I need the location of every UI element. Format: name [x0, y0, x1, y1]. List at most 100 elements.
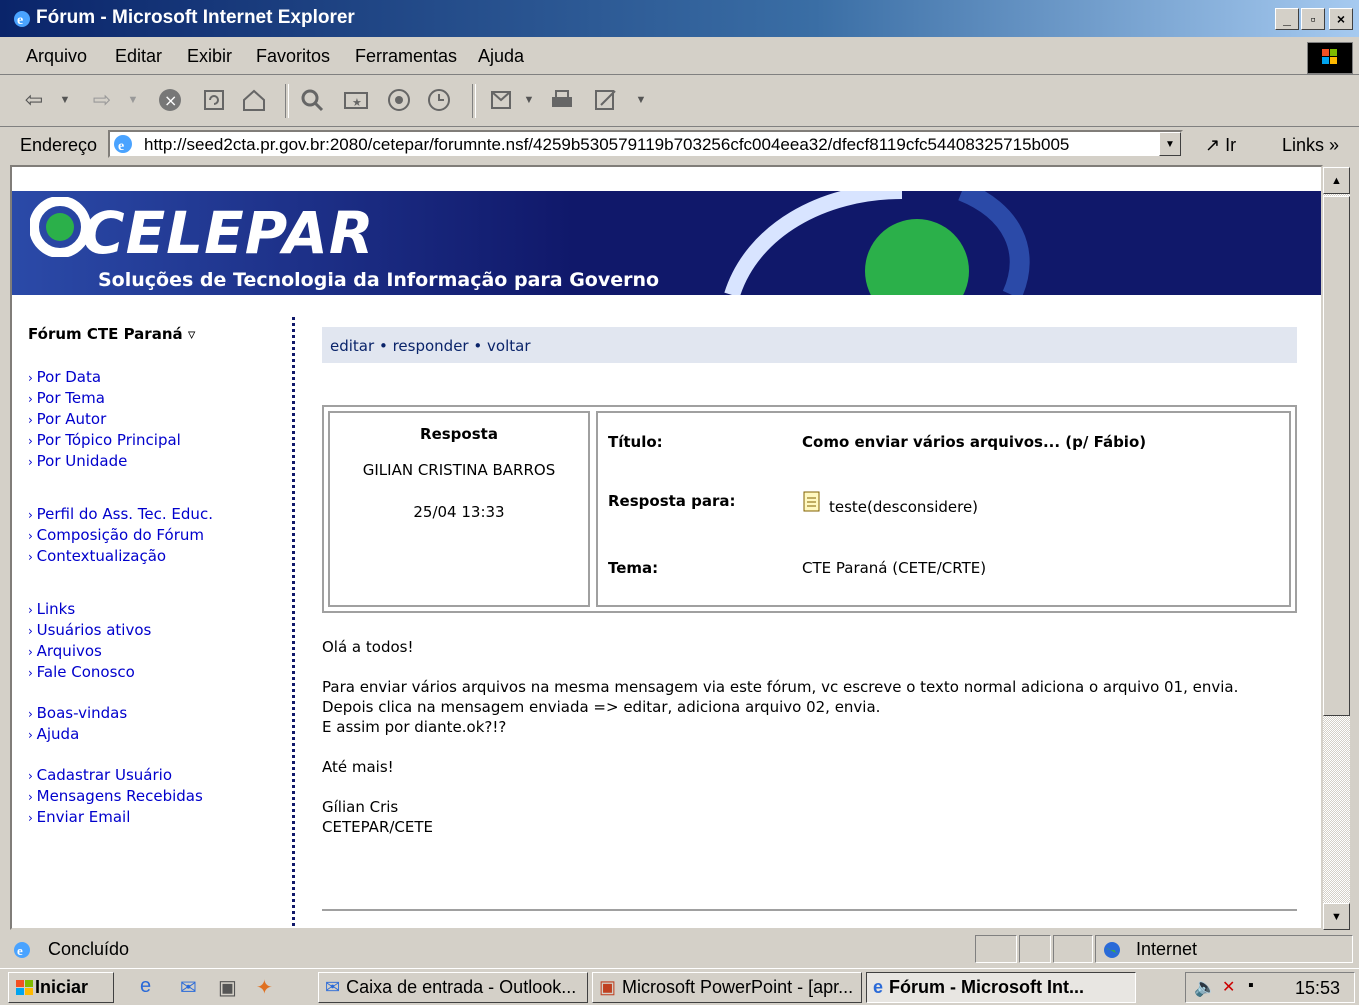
- post-type: Resposta: [420, 425, 498, 443]
- forward-dropdown-icon[interactable]: ▼: [124, 86, 142, 114]
- go-button[interactable]: ↗ Ir: [1205, 135, 1236, 156]
- start-label: Iniciar: [35, 977, 89, 997]
- post-meta-cell: Título: Como enviar vários arquivos... (…: [596, 411, 1291, 607]
- taskbar: Iniciar e ✉ ▣ ✦ ✉ Caixa de entrada - Out…: [0, 968, 1359, 1005]
- menu-ferramentas[interactable]: Ferramentas: [355, 46, 457, 67]
- minimize-button[interactable]: _: [1275, 8, 1299, 30]
- volume-icon[interactable]: 🔈: [1194, 977, 1216, 998]
- post-info-table: Resposta GILIAN CRISTINA BARROS 25/04 13…: [322, 405, 1297, 613]
- menu-ajuda[interactable]: Ajuda: [478, 46, 524, 67]
- edit-link[interactable]: editar: [330, 337, 374, 355]
- back-link[interactable]: voltar: [487, 337, 530, 355]
- status-pane: [1053, 935, 1093, 963]
- nav-group-about: Perfil do Ass. Tec. Educ. Composição do …: [28, 504, 228, 567]
- address-url[interactable]: http://seed2cta.pr.gov.br:2080/cetepar/f…: [144, 135, 1154, 155]
- quicklaunch-outlook-icon[interactable]: ✉: [180, 975, 197, 1000]
- home-icon[interactable]: [240, 86, 268, 114]
- edit-icon[interactable]: [592, 86, 620, 114]
- task-outlook[interactable]: ✉ Caixa de entrada - Outlook...: [318, 972, 588, 1003]
- status-bar: e Concluído Internet: [0, 932, 1359, 966]
- refresh-icon[interactable]: [200, 86, 228, 114]
- stop-icon[interactable]: ×: [156, 86, 184, 114]
- message-line: E assim por diante.ok?!?: [322, 718, 507, 736]
- theme-value: CTE Paraná (CETE/CRTE): [802, 559, 987, 577]
- post-author: GILIAN CRISTINA BARROS: [362, 461, 556, 479]
- nav-por-data[interactable]: Por Data: [28, 367, 288, 388]
- go-label: Ir: [1225, 135, 1237, 155]
- nav-links[interactable]: Links: [28, 599, 288, 620]
- nav-composicao[interactable]: Composição do Fórum: [28, 525, 228, 546]
- mail-dropdown-icon[interactable]: ▼: [520, 86, 538, 114]
- svg-text:×: ×: [164, 91, 177, 110]
- menu-favoritos[interactable]: Favoritos: [256, 46, 330, 67]
- action-bar: editar • responder • voltar: [322, 327, 1297, 363]
- quicklaunch-ie-icon[interactable]: e: [140, 975, 151, 998]
- nav-ajuda[interactable]: Ajuda: [28, 724, 288, 745]
- nav-enviar-email[interactable]: Enviar Email: [28, 807, 288, 828]
- document-icon: [803, 491, 820, 512]
- back-icon[interactable]: ⇦: [20, 86, 48, 114]
- vertical-scrollbar[interactable]: ▲ ▼: [1323, 167, 1350, 930]
- task-label: Caixa de entrada - Outlook...: [346, 977, 577, 997]
- message-line: Para enviar vários arquivos na mesma men…: [322, 678, 1239, 696]
- nav-arquivos[interactable]: Arquivos: [28, 641, 288, 662]
- scroll-down-icon[interactable]: ▼: [1323, 903, 1350, 930]
- page-icon: e: [114, 135, 132, 154]
- message-body: Olá a todos! Para enviar vários arquivos…: [322, 637, 1312, 837]
- task-powerpoint[interactable]: ▣ Microsoft PowerPoint - [apr...: [592, 972, 862, 1003]
- nav-boas-vindas[interactable]: Boas-vindas: [28, 703, 288, 724]
- nav-perfil[interactable]: Perfil do Ass. Tec. Educ.: [28, 504, 228, 525]
- nav-mensagens-recebidas[interactable]: Mensagens Recebidas: [28, 786, 288, 807]
- nav-contextualizacao[interactable]: Contextualização: [28, 546, 228, 567]
- nav-por-topico[interactable]: Por Tópico Principal: [28, 430, 288, 451]
- address-dropdown-icon[interactable]: ▼: [1159, 132, 1181, 156]
- windows-logo-icon: [1307, 42, 1353, 74]
- quicklaunch-media-icon[interactable]: ✦: [256, 975, 273, 1000]
- nav-usuarios-ativos[interactable]: Usuários ativos: [28, 620, 288, 641]
- links-button[interactable]: Links »: [1282, 135, 1339, 156]
- nav-fale-conosco[interactable]: Fale Conosco: [28, 662, 288, 683]
- nav-por-autor[interactable]: Por Autor: [28, 409, 288, 430]
- close-button[interactable]: ×: [1329, 8, 1353, 30]
- content-divider: [322, 909, 1297, 911]
- media-icon[interactable]: [385, 86, 413, 114]
- svg-text:e: e: [17, 13, 23, 28]
- edit-dropdown-icon[interactable]: ▼: [632, 86, 650, 114]
- nav-cadastrar-usuario[interactable]: Cadastrar Usuário: [28, 765, 288, 786]
- forum-title[interactable]: Fórum CTE Paraná ▿: [28, 325, 288, 343]
- window-title-bar[interactable]: e Fórum - Microsoft Internet Explorer _ …: [0, 0, 1359, 37]
- scroll-up-icon[interactable]: ▲: [1323, 167, 1350, 194]
- maximize-button[interactable]: ▫: [1301, 8, 1325, 30]
- toolbar-separator: [285, 84, 289, 118]
- reply-link[interactable]: responder: [393, 337, 469, 355]
- status-zone-pane: Internet: [1095, 935, 1353, 963]
- search-icon[interactable]: [298, 86, 326, 114]
- task-label: Fórum - Microsoft Int...: [889, 977, 1085, 997]
- post-date: 25/04 13:33: [413, 503, 505, 521]
- back-dropdown-icon[interactable]: ▼: [56, 86, 74, 114]
- forward-icon[interactable]: ⇨: [88, 86, 116, 114]
- history-icon[interactable]: [425, 86, 453, 114]
- message-greeting: Olá a todos!: [322, 638, 414, 656]
- network-icon[interactable]: ✕: [1222, 977, 1235, 997]
- start-button[interactable]: Iniciar: [8, 972, 114, 1003]
- mail-icon[interactable]: [488, 86, 516, 114]
- sidebar-divider: [292, 317, 295, 928]
- scroll-thumb[interactable]: [1323, 196, 1350, 716]
- task-forum-ie[interactable]: e Fórum - Microsoft Int...: [866, 972, 1136, 1003]
- favorites-icon[interactable]: ★: [342, 86, 370, 114]
- quicklaunch-desktop-icon[interactable]: ▣: [218, 975, 237, 1000]
- address-input[interactable]: e http://seed2cta.pr.gov.br:2080/cetepar…: [108, 130, 1183, 158]
- tray-app-icon[interactable]: ▪: [1248, 977, 1254, 995]
- nav-por-unidade[interactable]: Por Unidade: [28, 451, 288, 472]
- menu-arquivo[interactable]: Arquivo: [26, 46, 87, 67]
- ie-task-icon: e: [873, 977, 884, 997]
- print-icon[interactable]: [548, 86, 576, 114]
- menu-exibir[interactable]: Exibir: [187, 46, 232, 67]
- action-separator: •: [473, 337, 483, 355]
- nav-por-tema[interactable]: Por Tema: [28, 388, 288, 409]
- windows-flag-icon: [16, 979, 33, 995]
- menu-editar[interactable]: Editar: [115, 46, 162, 67]
- reply-to-link[interactable]: teste(desconsidere): [829, 498, 978, 516]
- toolbar-separator: [472, 84, 476, 118]
